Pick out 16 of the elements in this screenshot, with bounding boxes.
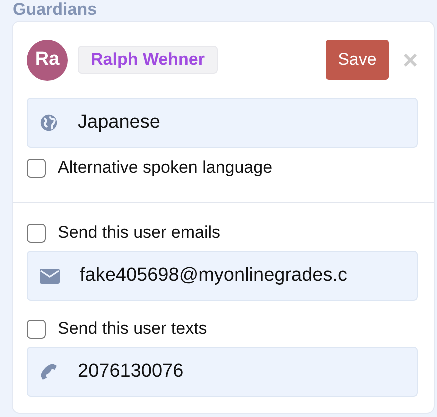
save-button[interactable]: Save — [326, 40, 389, 80]
section-title: Guardians — [13, 0, 98, 19]
avatar: Ra — [27, 40, 68, 80]
phone-icon — [40, 363, 58, 381]
envelope-icon — [40, 268, 60, 284]
checkbox[interactable] — [27, 320, 46, 338]
checkbox[interactable] — [27, 224, 46, 242]
checkbox-label: Send this user texts — [58, 319, 208, 339]
phone-field[interactable]: 2076130076 — [27, 347, 418, 397]
checkbox[interactable] — [27, 158, 46, 178]
language-field[interactable]: Japanese — [27, 98, 418, 148]
guardian-name: Ralph Wehner — [78, 46, 218, 74]
globe-icon — [40, 114, 58, 132]
email-field[interactable]: fake405698@myonlinegrades.c — [27, 251, 418, 301]
checkbox-label: Send this user emails — [58, 223, 221, 243]
checkbox-label: Alternative spoken language — [58, 158, 273, 178]
